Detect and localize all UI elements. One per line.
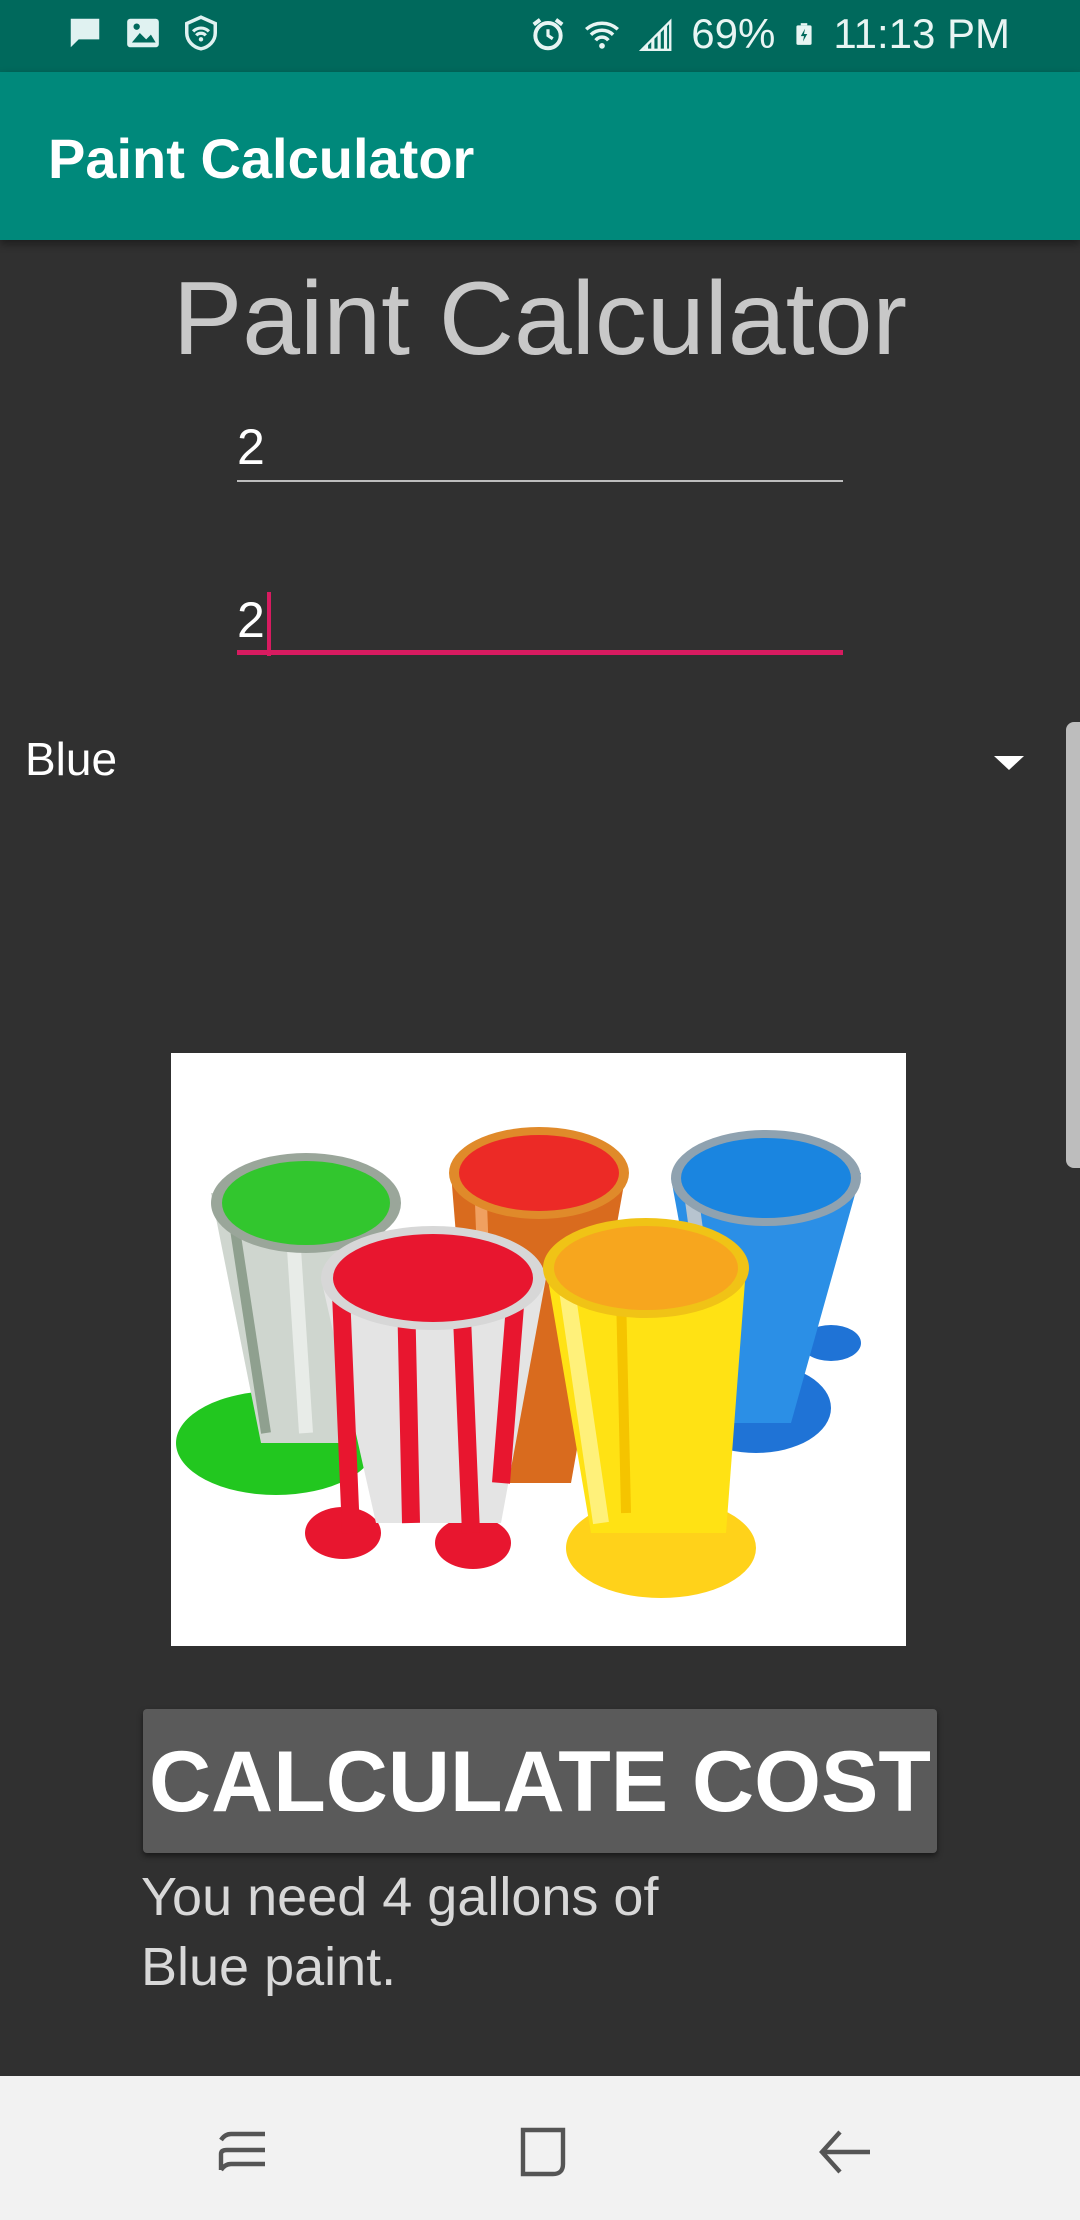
app-bar: Paint Calculator — [0, 72, 1080, 240]
navigation-bar — [0, 2076, 1080, 2220]
battery-percent: 69% — [691, 10, 776, 57]
recents-icon[interactable] — [213, 2122, 273, 2182]
page-title: Paint Calculator — [172, 261, 908, 377]
calculate-cost-button[interactable]: CALCULATE COST — [143, 1709, 937, 1853]
color-spinner-selected: Blue — [25, 733, 118, 785]
color-spinner[interactable]: Blue — [0, 728, 1060, 800]
alarm-icon — [532, 18, 564, 51]
result-text: You need 4 gallons of Blue paint. — [141, 1867, 659, 1997]
scrollbar[interactable] — [1066, 722, 1080, 1168]
height-input-value: 2 — [237, 592, 265, 648]
status-time: 11:13 PM — [833, 10, 1010, 57]
wifi-icon — [585, 21, 620, 49]
height-input-underline — [237, 650, 843, 655]
dropdown-arrow-icon — [994, 756, 1024, 770]
paint-cans-illustration — [171, 1053, 906, 1646]
battery-icon — [796, 23, 812, 45]
status-bar: 69% 11:13 PM — [0, 0, 1080, 72]
image-icon — [127, 18, 159, 48]
width-input-underline — [237, 480, 843, 482]
app-bar-title: Paint Calculator — [48, 127, 475, 190]
back-icon[interactable] — [816, 2122, 876, 2182]
message-icon — [70, 18, 100, 48]
width-input-value: 2 — [237, 419, 265, 475]
home-icon[interactable] — [513, 2122, 573, 2182]
status-notification-icons — [66, 14, 220, 52]
height-input[interactable]: 2 — [237, 585, 843, 656]
status-system-icons: 69% 11:13 PM — [529, 10, 1010, 58]
paint-cans-image — [171, 1053, 906, 1646]
signal-icon — [639, 18, 672, 52]
width-input[interactable]: 2 — [237, 412, 843, 482]
shield-wifi-icon — [185, 15, 217, 51]
text-cursor — [266, 591, 271, 656]
